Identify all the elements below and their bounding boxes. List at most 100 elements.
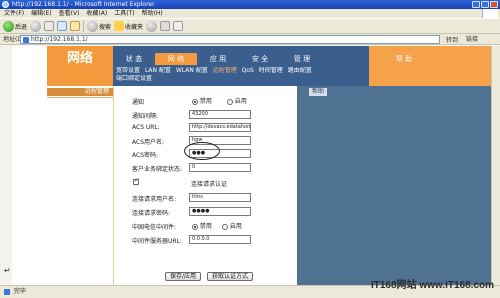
acs-url-input[interactable]: http://devacs.edatahome: [189, 123, 251, 132]
middleware-enabled-label: 启用: [229, 223, 242, 230]
hand-drawn-circle: [184, 142, 220, 160]
menu-edit[interactable]: 编辑(E): [31, 9, 51, 18]
notify-label: 通知: [132, 99, 145, 106]
conn-pass-input[interactable]: ●●●●: [189, 207, 251, 216]
middleware-label: 中国电信中间件:: [132, 224, 177, 231]
section-title: 远程管理: [47, 88, 113, 96]
conn-auth-row: 连接请求认证: [114, 177, 298, 188]
links-button[interactable]: 链接: [466, 34, 478, 45]
conn-user-input[interactable]: itms: [189, 193, 251, 202]
notify-interval-input[interactable]: 43200: [189, 110, 251, 119]
left-sidebar: 远程管理: [47, 86, 113, 285]
notify-interval-label: 通知间隔:: [132, 113, 159, 120]
browser-window: http://192.168.1.1/ - Microsoft Internet…: [0, 0, 500, 298]
notify-disabled-radio[interactable]: [192, 98, 198, 105]
go-button[interactable]: 转到: [446, 35, 458, 46]
left-gutter: [0, 46, 12, 285]
notify-disabled-option[interactable]: 禁用: [192, 96, 212, 105]
print-button[interactable]: [173, 21, 184, 31]
notify-enabled-option[interactable]: 启用: [227, 96, 247, 105]
page-content: 网络 状 态 网 络 应 用 安 全 管 理 帮 助 宽带设置 LAN 配置 W…: [0, 46, 500, 285]
search-button[interactable]: 搜索: [87, 20, 112, 32]
acs-user-label: ACS用户名:: [132, 139, 165, 146]
close-button[interactable]: [490, 1, 498, 8]
text-cursor-icon: ↵: [4, 266, 11, 275]
stop-button[interactable]: [44, 21, 55, 31]
conn-user-row: 连接请求用户名: itms: [114, 193, 298, 203]
notify-interval-row: 通知间隔: 43200: [114, 110, 298, 120]
refresh-button[interactable]: [57, 21, 68, 31]
subnav-remote-management[interactable]: 远程管理: [213, 67, 237, 74]
favorites-label: 收藏夹: [125, 23, 144, 31]
toolbar-separator: [83, 20, 85, 32]
forward-button[interactable]: [30, 20, 42, 32]
save-apply-button[interactable]: 保存/应用: [165, 272, 202, 281]
tab-help[interactable]: 帮 助: [369, 53, 439, 65]
help-panel: 帮助: [297, 86, 491, 285]
biz-status-row: 客户业务绑定状态: 0: [114, 163, 298, 173]
form-buttons: 保存/应用 获取认证方式: [165, 272, 254, 281]
subnav-broadband[interactable]: 宽带设置: [116, 67, 140, 74]
subnav-lan[interactable]: LAN 配置: [145, 67, 171, 74]
search-label: 搜索: [99, 23, 112, 31]
windows-logo-icon: [482, 9, 498, 18]
status-text: 完毕: [13, 288, 26, 295]
conn-auth-checkbox[interactable]: [133, 177, 139, 185]
subnav-qos[interactable]: QoS: [242, 67, 254, 74]
maximize-button[interactable]: [481, 1, 489, 8]
middleware-server-row: 中间件服务器URL: 0.0.0.0: [114, 235, 298, 245]
history-button[interactable]: [146, 20, 158, 32]
tab-application[interactable]: 应 用: [197, 53, 239, 65]
menu-help[interactable]: 帮助(H): [142, 9, 163, 18]
back-button[interactable]: 后退: [3, 20, 28, 32]
subnav-routing[interactable]: 路由配置: [288, 67, 312, 74]
menu-file[interactable]: 文件(F): [4, 9, 24, 18]
tab-network[interactable]: 网 络: [155, 53, 197, 65]
menu-view[interactable]: 查看(V): [59, 9, 80, 18]
subnav-port-binding[interactable]: 端口绑定设置: [116, 75, 152, 82]
acs-url-row: ACS URL: http://devacs.edatahome: [114, 123, 298, 133]
menu-tools[interactable]: 工具(T): [114, 9, 134, 18]
notify-enabled-radio[interactable]: [227, 98, 233, 105]
minimize-button[interactable]: [472, 1, 480, 8]
conn-pass-row: 连接请求密码: ●●●●: [114, 207, 298, 217]
middleware-disabled-label: 禁用: [199, 223, 212, 230]
main-tabs: 状 态 网 络 应 用 安 全 管 理: [113, 53, 363, 65]
menu-bar: 文件(F) 编辑(E) 查看(V) 收藏(A) 工具(T) 帮助(H): [0, 9, 500, 18]
favorites-button[interactable]: 收藏夹: [114, 21, 143, 31]
ie-icon: [2, 1, 9, 8]
middleware-server-input[interactable]: 0.0.0.0: [189, 235, 251, 244]
subnav-wlan[interactable]: WLAN 配置: [176, 67, 208, 74]
middleware-disabled-radio[interactable]: [192, 223, 198, 230]
middleware-row: 中国电信中间件: 禁用 启用: [114, 221, 298, 231]
get-cert-button[interactable]: 获取认证方式: [207, 272, 254, 281]
help-label: 帮助: [309, 88, 327, 96]
tab-status[interactable]: 状 态: [113, 53, 155, 65]
subnav-time[interactable]: 时间管理: [259, 67, 283, 74]
window-title: http://192.168.1.1/ - Microsoft Internet…: [12, 1, 155, 8]
middleware-enabled-option[interactable]: 启用: [222, 221, 242, 230]
star-icon: [114, 21, 125, 31]
toolbar: 后退 搜索 收藏夹: [0, 18, 500, 34]
back-label: 后退: [15, 23, 28, 31]
biz-status-input[interactable]: 0: [189, 163, 251, 172]
conn-pass-label: 连接请求密码:: [132, 210, 171, 217]
middleware-disabled-option[interactable]: 禁用: [192, 221, 212, 230]
page-done-icon: [4, 288, 10, 295]
title-bar: http://192.168.1.1/ - Microsoft Internet…: [0, 0, 500, 9]
back-arrow-icon: [3, 20, 14, 32]
mail-button[interactable]: [160, 21, 171, 31]
vertical-scrollbar[interactable]: [491, 46, 500, 285]
menu-favorites[interactable]: 收藏(A): [86, 9, 107, 18]
tab-security[interactable]: 安 全: [239, 53, 281, 65]
page-icon: [23, 37, 29, 43]
settings-form: 通知 禁用 启用 通知间隔: 43200 ACS URL: http://dev…: [113, 86, 297, 285]
watermark: IT168网站 www.IT168.com: [370, 280, 494, 291]
search-icon: [87, 20, 99, 32]
notify-disabled-label: 禁用: [199, 98, 212, 105]
address-bar: 地址(D) http://192.168.1.1/ 转到 链接: [0, 34, 500, 45]
home-button[interactable]: [70, 21, 81, 31]
address-input[interactable]: http://192.168.1.1/: [20, 35, 440, 44]
middleware-enabled-radio[interactable]: [222, 223, 228, 230]
tab-management[interactable]: 管 理: [281, 53, 323, 65]
